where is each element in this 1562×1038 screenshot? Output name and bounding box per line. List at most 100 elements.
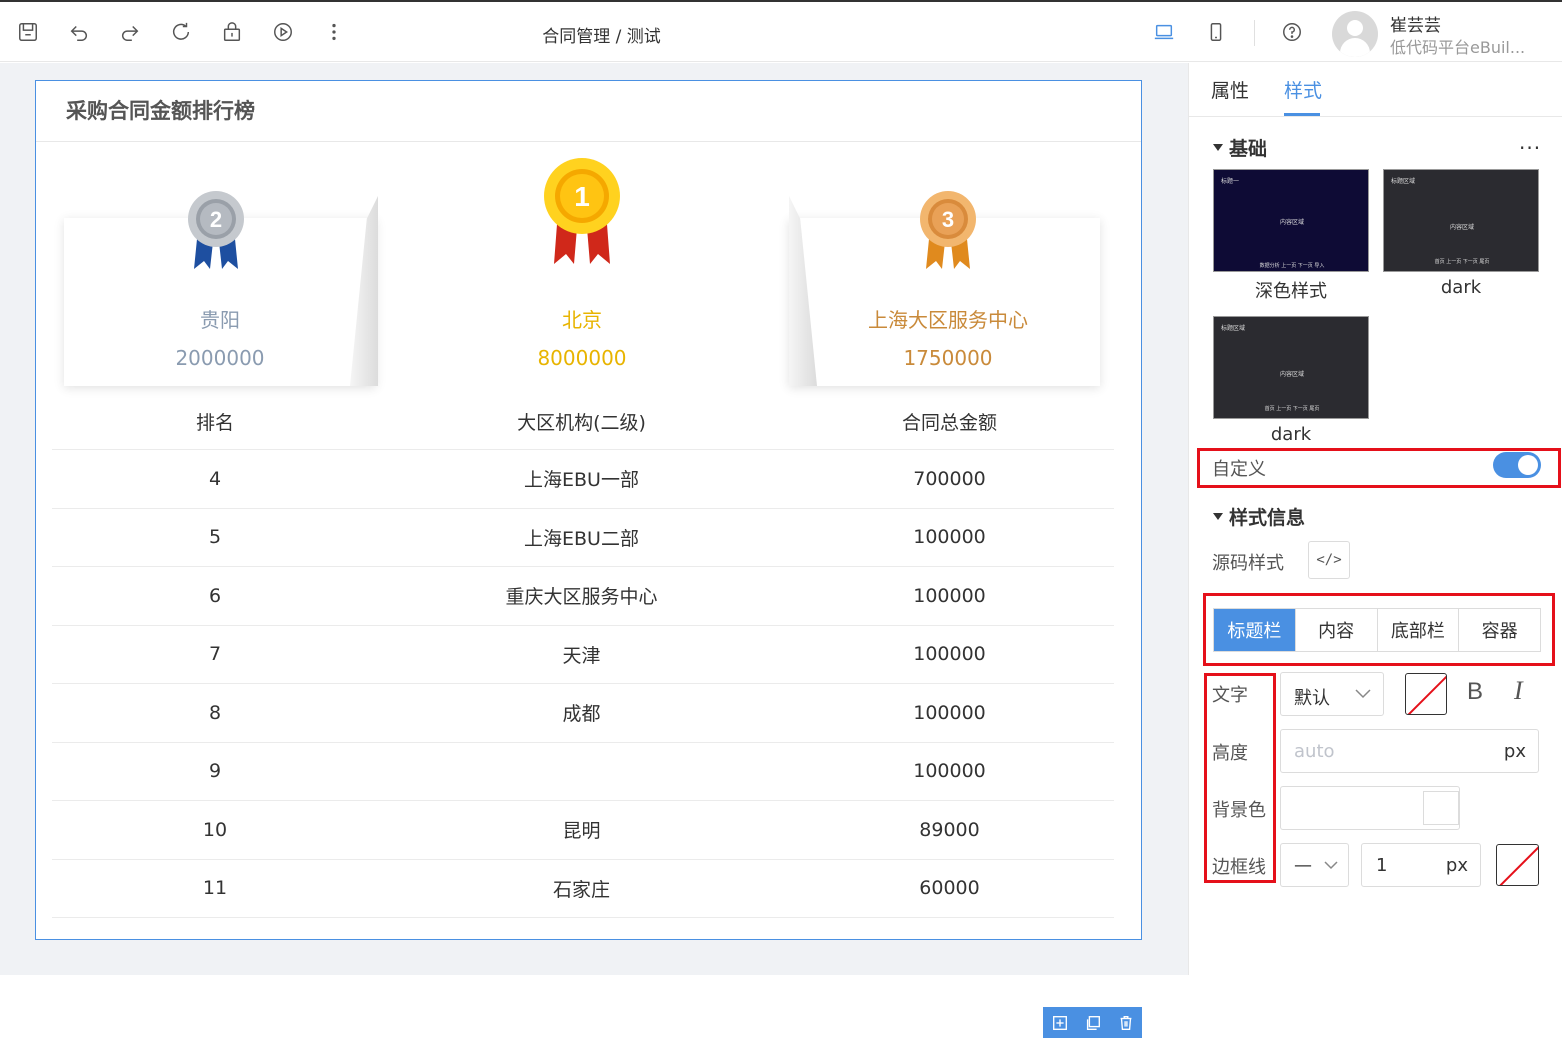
custom-toggle[interactable] [1493,452,1541,478]
rank-cell: 4 [208,467,222,490]
toggle-knob [1518,455,1538,475]
border-width-unit: px [1445,855,1468,876]
custom-label: 自定义 [1212,459,1266,480]
rank-cell: 7 [208,643,222,666]
text-color-swatch[interactable] [1405,673,1447,715]
desktop-view-icon[interactable] [1152,20,1176,44]
border-width-value: 1 [1376,855,1388,876]
amount-cell: 100000 [913,760,986,783]
amount-cell: 100000 [913,526,986,549]
user-name: 崔芸芸 [1390,16,1441,36]
avatar[interactable] [1332,11,1378,57]
table-row: 11 石家庄 60000 [52,860,1114,918]
header-org: 大区机构(二级) [517,411,646,434]
theme-thumb-title: 标题区域 [1391,178,1416,185]
amount-cell: 700000 [913,467,986,490]
table-row: 10 昆明 89000 [52,801,1114,860]
theme-label-dark-2: dark [1270,424,1312,445]
border-width-input[interactable]: 1 px [1361,843,1481,887]
caret-down-icon [1213,144,1223,151]
section-basic[interactable]: 基础 [1213,134,1267,161]
border-style-value: — [1294,855,1312,876]
height-placeholder: auto [1294,741,1335,762]
background-label: 背景色 [1212,800,1266,821]
podium-third-name: 上海大区服务中心 [868,308,1028,332]
delete-icon[interactable] [1117,1014,1135,1032]
source-style-label: 源码样式 [1212,553,1284,574]
height-input[interactable]: auto px [1280,729,1539,773]
bronze-medal-icon: 3 [920,191,976,269]
silver-medal-icon: 2 [188,191,244,269]
theme-thumb-dark[interactable]: 标题区域 内容区域 首页 上一页 下一页 尾页 [1383,169,1539,272]
header-rank: 排名 [195,411,234,434]
segment-title-bar[interactable]: 标题栏 [1214,609,1296,651]
theme-label-dark: dark [1440,277,1482,298]
table-row: 7 天津 100000 [52,626,1114,684]
theme-thumb-body: 内容区域 [1279,219,1304,226]
font-select[interactable]: 默认 [1280,672,1384,716]
bold-button[interactable]: B [1467,678,1483,706]
rank-cell: 10 [202,818,228,841]
podium-first-name: 北京 [562,308,602,332]
amount-cell: 100000 [913,643,986,666]
gold-medal-rank: 1 [574,181,590,212]
caret-down-icon [1213,513,1223,520]
user-org: 低代码平台eBuil... [1390,38,1526,57]
theme-thumb-title: 标题区域 [1221,325,1246,332]
ranking-table: 排名 大区机构(二级) 合同总金额 4 上海EBU一部 700000 5 上海EBU二部… [52,393,1114,918]
theme-thumb-dark-2[interactable]: 标题区域 内容区域 首页 上一页 下一页 尾页 [1213,316,1369,419]
help-icon[interactable] [1280,20,1304,44]
more-horizontal-icon[interactable]: ··· [1519,136,1541,160]
theme-thumb-dark-style[interactable]: 标题一 内容区域 数据分析 上一页 下一页 导入 [1213,169,1369,272]
table-header: 排名 大区机构(二级) 合同总金额 [52,393,1114,450]
amount-cell: 100000 [913,701,986,724]
podium: 2 贵阳 2000000 1 北京 8000000 3 上海大区服务中心 175… [64,158,1100,386]
background-color-swatch[interactable] [1423,791,1459,825]
org-cell: 昆明 [562,820,601,843]
theme-thumb-body: 内容区域 [1279,371,1304,378]
table-row: 9 100000 [52,743,1114,801]
design-canvas: 采购合同金额排行榜 2 贵阳 2000000 1 北京 8000000 3 上海… [0,63,1188,1038]
ranking-card[interactable]: 采购合同金额排行榜 2 贵阳 2000000 1 北京 8000000 3 上海… [35,80,1142,940]
toolbar-divider [1254,20,1255,46]
theme-label-dark-style: 深色样式 [1255,281,1327,302]
height-label: 高度 [1212,743,1248,764]
segment-content[interactable]: 内容 [1296,609,1378,651]
add-icon[interactable] [1051,1014,1069,1032]
copy-icon[interactable] [1084,1014,1102,1032]
top-toolbar: 合同管理 / 测试 崔芸芸 低代码平台eBuil... [0,0,1562,62]
border-style-select[interactable]: — [1280,843,1349,887]
font-select-value: 默认 [1294,688,1330,709]
border-color-swatch[interactable] [1496,844,1539,886]
org-cell: 上海EBU二部 [524,527,639,550]
italic-button[interactable]: I [1514,676,1523,706]
table-row: 5 上海EBU二部 100000 [52,509,1114,567]
podium-third-value: 1750000 [903,346,993,370]
table-row: 8 成都 100000 [52,684,1114,743]
mobile-view-icon[interactable] [1204,20,1228,44]
tab-style[interactable]: 样式 [1284,76,1322,103]
code-icon[interactable]: </> [1308,541,1350,579]
component-mini-toolbar [1043,1007,1142,1038]
panel-tabs: 属性 样式 [1189,63,1562,117]
amount-cell: 60000 [919,877,980,900]
header-amount: 合同总金额 [901,411,997,434]
org-cell: 重庆大区服务中心 [505,586,658,609]
theme-thumb-body: 内容区域 [1449,224,1474,231]
amount-cell: 100000 [913,584,986,607]
background-color-input[interactable] [1280,786,1460,830]
silver-medal-rank: 2 [210,207,222,232]
amount-cell: 89000 [919,818,980,841]
border-label: 边框线 [1212,857,1266,878]
segment-container[interactable]: 容器 [1459,609,1540,651]
segment-footer[interactable]: 底部栏 [1378,609,1460,651]
org-cell: 成都 [562,703,601,726]
section-style-info[interactable]: 样式信息 [1213,503,1305,530]
gold-medal-icon: 1 [544,158,620,264]
section-style-info-title: 样式信息 [1229,507,1306,529]
chevron-down-icon [1355,689,1371,699]
tab-properties[interactable]: 属性 [1211,76,1249,103]
theme-thumb-footer: 数据分析 上一页 下一页 导入 [1259,263,1325,269]
theme-thumb-title: 标题一 [1221,178,1240,185]
tab-active-indicator [1284,113,1320,116]
